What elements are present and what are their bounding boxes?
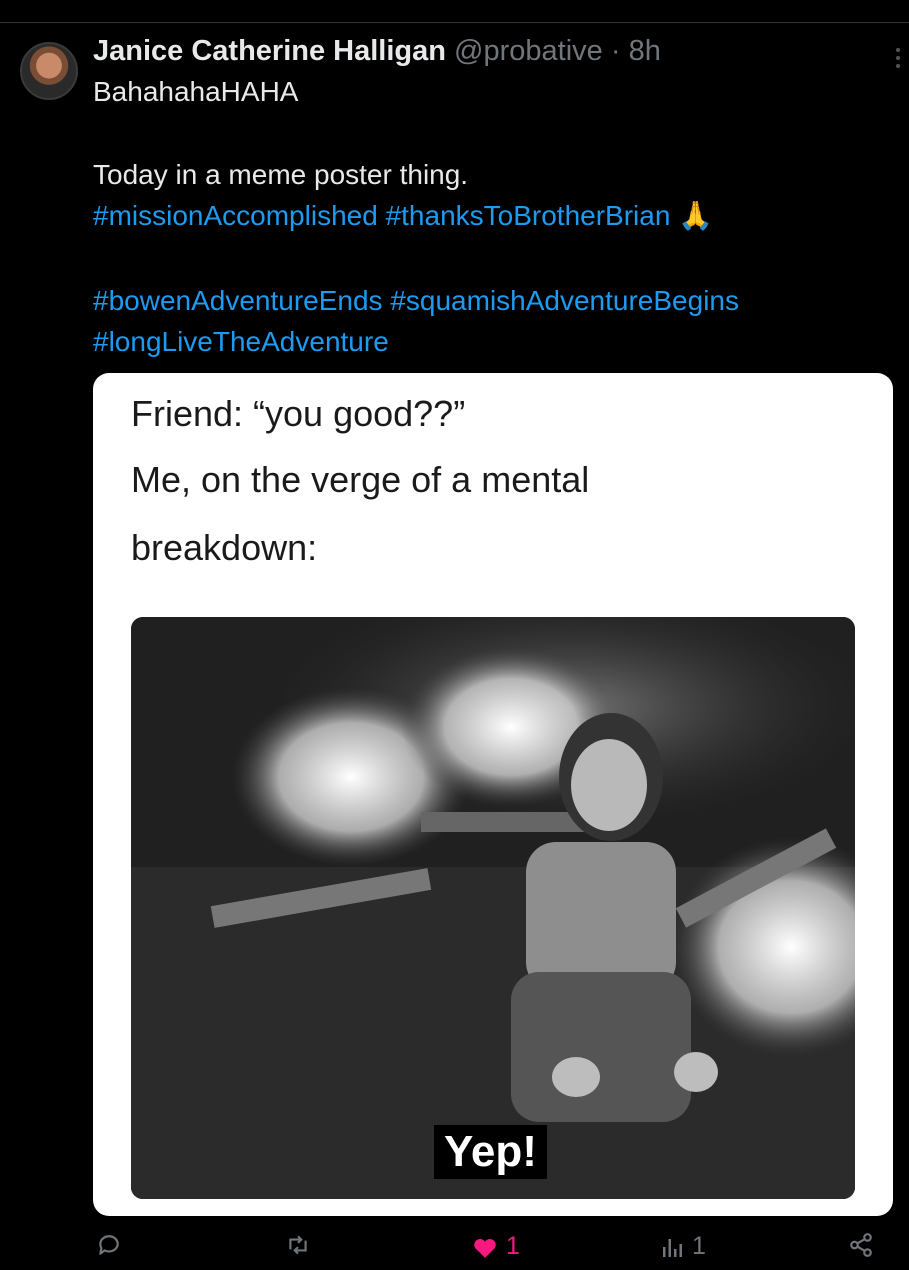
hashtag-link[interactable]: #thanksToBrotherBrian — [386, 200, 671, 231]
post-action-bar: 1 1 — [0, 1222, 909, 1270]
meme-image-card[interactable]: Friend: “you good??” Me, on the verge of… — [93, 373, 893, 1216]
post-text-line: #longLiveTheAdventure — [93, 322, 389, 362]
repost-button[interactable] — [284, 1232, 312, 1258]
view-count: 1 — [692, 1232, 706, 1260]
post-text: Today in a meme poster thing. — [93, 159, 469, 190]
post-time[interactable]: 8h — [629, 35, 661, 67]
post-text-line: BahahahaHAHA — [93, 72, 298, 112]
author-name[interactable]: Janice Catherine Halligan — [93, 35, 446, 67]
share-icon — [850, 1233, 872, 1257]
author-avatar[interactable] — [20, 42, 78, 100]
post-text-line: #missionAccomplished #thanksToBrotherBri… — [93, 196, 713, 236]
hashtag-link[interactable]: #bowenAdventureEnds — [93, 285, 383, 316]
hashtag-link[interactable]: #missionAccomplished — [93, 200, 378, 231]
post-text: BahahahaHAHA — [93, 76, 299, 107]
repost-icon — [289, 1235, 307, 1255]
reply-icon — [99, 1235, 119, 1255]
top-divider — [0, 22, 909, 23]
analytics-icon — [663, 1238, 682, 1257]
header-separator: · — [610, 35, 621, 67]
heart-icon — [474, 1238, 496, 1258]
hashtag-link[interactable]: #squamishAdventureBegins — [390, 285, 739, 316]
meme-photo-illustration — [131, 617, 855, 1199]
meme-text-line: Friend: “you good??” — [131, 393, 466, 434]
like-button[interactable]: 1 — [472, 1232, 520, 1261]
author-handle[interactable]: @probative — [454, 35, 603, 67]
praying-hands-emoji: 🙏 — [678, 200, 714, 231]
meme-caption: Yep! — [434, 1125, 547, 1179]
like-count: 1 — [506, 1232, 520, 1260]
meme-photo: Yep! — [131, 617, 855, 1199]
share-button[interactable] — [848, 1232, 874, 1258]
hashtag-link[interactable]: #longLiveTheAdventure — [93, 326, 389, 357]
views-button[interactable]: 1 — [662, 1232, 706, 1261]
post-text-line: Today in a meme poster thing. — [93, 155, 468, 195]
reply-button[interactable] — [96, 1232, 122, 1258]
meme-text-line: breakdown: — [131, 527, 318, 568]
more-options-icon[interactable] — [895, 46, 901, 70]
post-header: Janice Catherine Halligan @probative · 8… — [93, 35, 661, 68]
post-text-line: #bowenAdventureEnds #squamishAdventureBe… — [93, 281, 739, 321]
meme-text-line: Me, on the verge of a mental — [131, 459, 590, 500]
